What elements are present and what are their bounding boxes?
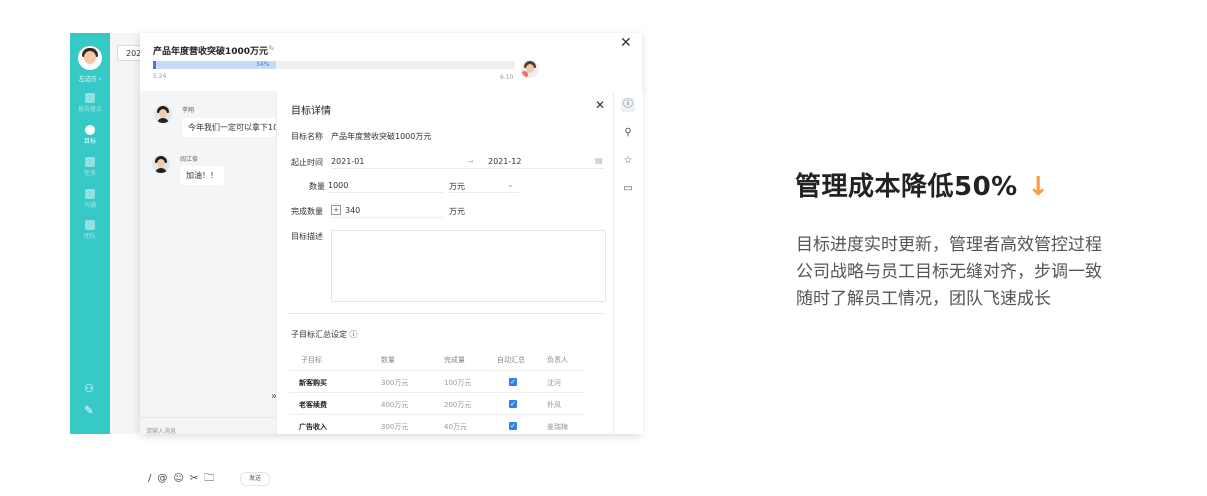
slash-command-icon[interactable]: / [148, 473, 151, 484]
divider [289, 414, 585, 415]
chat-panel: 李翔 今年我们一定可以拿下1000 阎江俊 加油！！ 请输入消息 / @ ☺ ✂ 🗀 发… [140, 91, 277, 486]
column-header: 自动汇总 [497, 356, 525, 364]
subgoal-summary-title: 子目标汇总设定 ⓘ [291, 330, 358, 339]
completed-label: 完成数量 [291, 207, 323, 216]
detail-title: 目标详情 [291, 106, 331, 117]
scissors-icon[interactable]: ✂ [190, 473, 198, 484]
folder-icon[interactable]: 🗀 [204, 471, 214, 488]
subgoal-completed: 100万元 [444, 379, 472, 387]
end-date: 6.10 [500, 74, 514, 81]
description-label: 目标描述 [291, 232, 323, 241]
goal-detail-panel: 目标详情 ✕ 目标名称 产品年度营收突破1000万元 起止时间 2021-01 … [276, 91, 614, 434]
sidebar-item-report[interactable]: 报告盘点 [70, 93, 110, 113]
subgoal-quantity: 300万元 [381, 423, 409, 431]
feature-headline: 管理成本降低50% ↓ [795, 172, 1050, 202]
sidebar-item-tasks[interactable]: 任务 [70, 157, 110, 177]
send-button[interactable]: 发送 [240, 472, 270, 486]
description-textarea[interactable] [331, 230, 606, 302]
column-header: 负责人 [547, 356, 568, 364]
feature-description-line: 随时了解员工情况，团队飞速成长 [796, 289, 1051, 309]
user-name[interactable]: 左边方 › [70, 74, 110, 83]
avatar[interactable] [154, 105, 172, 123]
sidebar-item-team[interactable]: 团队 [70, 220, 110, 240]
person-icon[interactable]: ⚲ [621, 126, 635, 140]
chat-icon [85, 189, 95, 199]
period-label: 起止时间 [291, 158, 323, 167]
subgoal-owner: 姜瑞梅 [547, 423, 568, 431]
star-icon[interactable]: ☆ [621, 154, 635, 168]
edit-doc-icon[interactable]: ✎ [83, 405, 95, 417]
auto-summary-checkbox[interactable]: ✓ [509, 378, 517, 386]
edit-icon[interactable]: ✎ [268, 44, 275, 53]
subgoal-completed: 200万元 [444, 401, 472, 409]
message-bubble: 今年我们一定可以拿下1000 [182, 118, 276, 137]
app-sidebar: 左边方 › 报告盘点 目标 任务 沟通 团队 ⚇ ✎ [70, 33, 110, 434]
goal-name-label: 目标名称 [291, 132, 323, 141]
goal-progress-bar [153, 61, 515, 69]
emoji-icon[interactable]: ☺ [173, 473, 183, 484]
subgoal-quantity: 400万元 [381, 401, 409, 409]
divider [140, 417, 276, 418]
add-user-icon[interactable]: ⚇ [83, 383, 95, 395]
subgoal-name: 老客续费 [299, 401, 327, 409]
divider [289, 370, 585, 371]
detail-rail: ⓘ ⚲ ☆ ▭ [613, 91, 643, 434]
feature-description-line: 目标进度实时更新，管理者高效管控过程 [796, 235, 1102, 255]
message-sender: 阎江俊 [180, 156, 199, 163]
completed-field[interactable]: 340 [345, 206, 360, 215]
sidebar-item-chat[interactable]: 沟通 [70, 189, 110, 209]
column-header: 完成量 [444, 356, 465, 364]
goal-name-field[interactable]: 产品年度营收突破1000万元 [331, 131, 431, 142]
divider [331, 168, 604, 169]
auto-summary-checkbox[interactable]: ✓ [509, 400, 517, 408]
divider [331, 217, 443, 218]
divider [289, 392, 585, 393]
quantity-label: 数量 [309, 182, 325, 191]
completed-unit: 万元 [449, 207, 465, 216]
report-icon [85, 93, 95, 103]
mention-icon[interactable]: @ [157, 473, 167, 484]
sidebar-item-goals[interactable]: 目标 [70, 125, 110, 145]
team-icon [85, 220, 95, 230]
message-input[interactable]: 请输入消息 [146, 426, 176, 435]
subgoal-quantity: 300万元 [381, 379, 409, 387]
chevron-down-icon[interactable]: ⌄ [507, 180, 514, 189]
divider [449, 192, 519, 193]
quantity-field[interactable]: 1000 [328, 181, 348, 190]
user-avatar[interactable] [78, 46, 102, 70]
subgoal-completed: 40万元 [444, 423, 467, 431]
subgoal-owner: 沈河 [547, 379, 561, 387]
avatar[interactable] [152, 155, 170, 173]
goal-title: 产品年度营收突破1000万元 [153, 47, 269, 57]
info-icon[interactable]: ⓘ [621, 98, 635, 112]
arrow-down-icon: ↓ [1027, 172, 1050, 202]
calendar-icon[interactable]: ▤ [595, 156, 603, 165]
subgoal-name: 新客购买 [299, 379, 327, 387]
quantity-unit-select[interactable]: 万元 [449, 181, 465, 192]
subgoal-owner: 朴凤 [547, 401, 561, 409]
subgoal-name: 广告收入 [299, 423, 327, 431]
auto-summary-checkbox[interactable]: ✓ [509, 422, 517, 430]
divider [328, 192, 443, 193]
feature-description-line: 公司战略与员工目标无缝对齐，步调一致 [796, 262, 1102, 282]
chat-toolbar: / @ ☺ ✂ 🗀 [148, 471, 220, 488]
folder-icon[interactable]: ▭ [621, 182, 635, 196]
message-sender: 李翔 [182, 107, 195, 114]
close-icon[interactable]: ✕ [595, 98, 605, 112]
column-header: 数量 [381, 356, 395, 364]
owner-avatar[interactable] [521, 60, 539, 78]
divider [287, 313, 605, 314]
goal-window: 产品年度营收突破1000万元 ✎ ✕ 34% 5.24 6.10 李翔 今年我们… [140, 33, 643, 486]
start-date: 5.24 [153, 73, 167, 80]
message-bubble: 加油！！ [180, 166, 224, 185]
task-icon [85, 157, 95, 167]
close-icon[interactable]: ✕ [620, 35, 632, 51]
arrow-right-icon: → [467, 157, 474, 166]
target-icon [85, 125, 95, 135]
period-end-field[interactable]: 2021-12 [488, 157, 521, 166]
progress-percent: 34% [256, 61, 270, 68]
column-header: 子目标 [301, 356, 322, 364]
plus-icon[interactable]: + [331, 205, 341, 215]
period-start-field[interactable]: 2021-01 [331, 157, 364, 166]
